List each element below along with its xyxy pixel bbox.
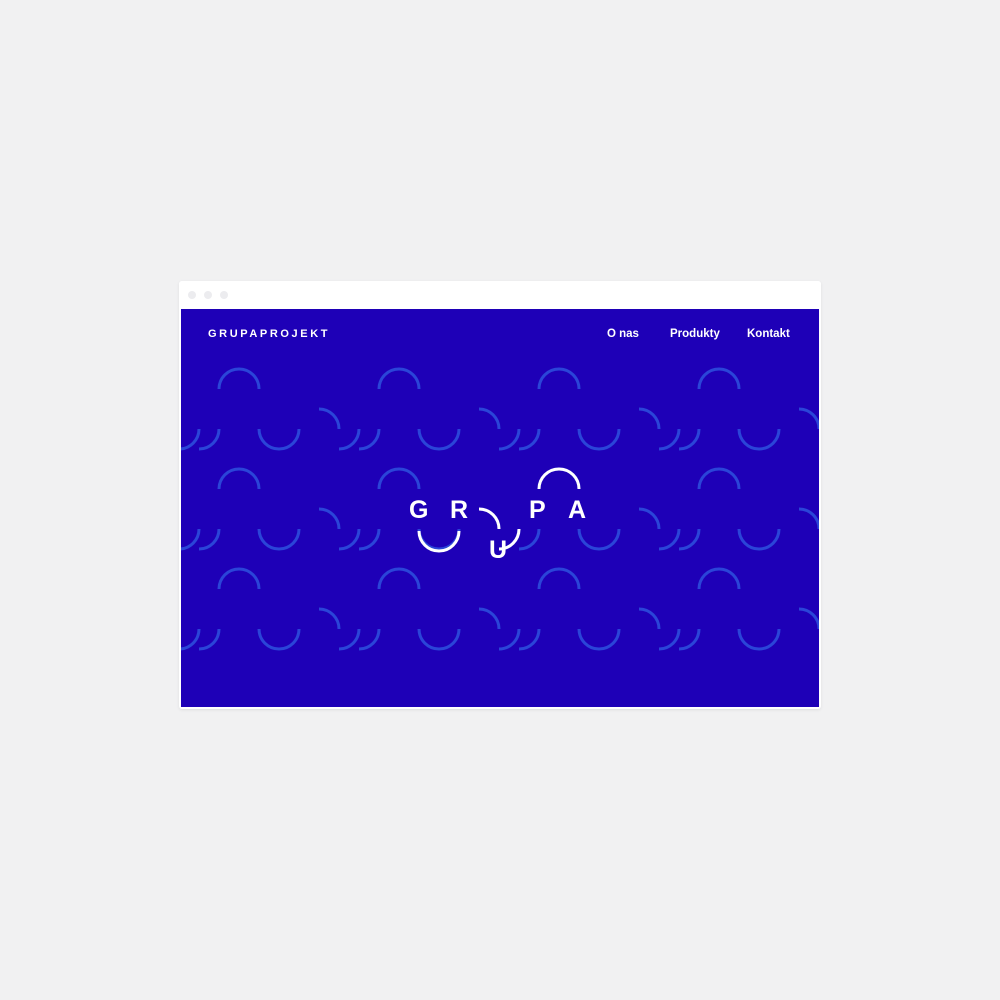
window-dot-icon[interactable] <box>188 291 196 299</box>
window-dot-icon[interactable] <box>204 291 212 299</box>
hero-arc-icon <box>417 530 461 553</box>
hero-wordmark: G R U P A <box>409 467 586 564</box>
hero-letter-a: A <box>568 496 586 524</box>
window-dot-icon[interactable] <box>220 291 228 299</box>
browser-chrome <box>179 281 821 309</box>
hero-arc-icon <box>537 467 581 490</box>
hero-letter-u: U <box>489 536 507 564</box>
hero-letter-g: G <box>409 496 428 524</box>
hero-arc-icon <box>478 507 501 530</box>
hero-letter-r: R <box>450 496 468 524</box>
site-viewport: GRUPAPROJEKT O nas Produkty Kontakt G R … <box>181 309 819 707</box>
hero-letter-p: P <box>529 496 546 524</box>
browser-window: GRUPAPROJEKT O nas Produkty Kontakt G R … <box>179 281 821 709</box>
